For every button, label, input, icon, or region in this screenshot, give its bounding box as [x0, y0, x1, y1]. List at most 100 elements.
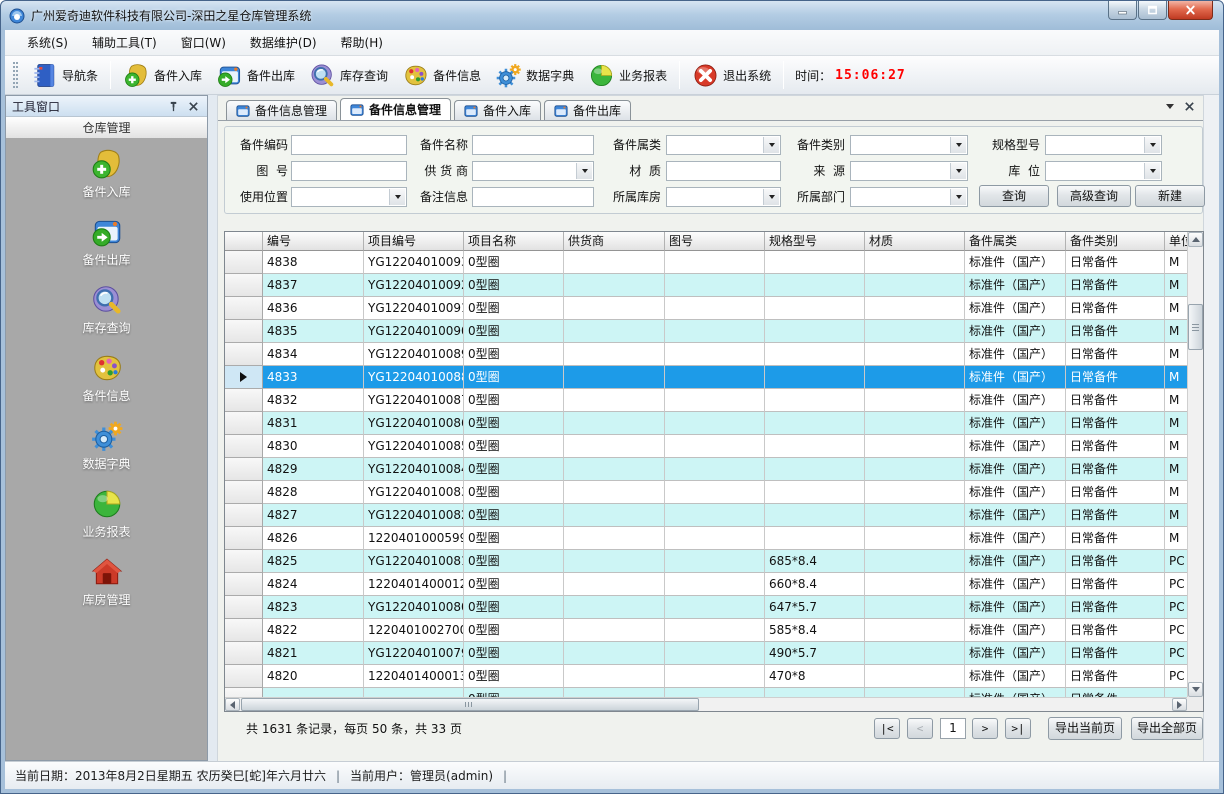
toolbar-button-stock-out[interactable]: 备件出库 — [209, 60, 302, 91]
advanced-search-button[interactable]: 高级查询 — [1057, 185, 1131, 207]
column-header[interactable]: 项目名称 — [464, 232, 564, 251]
row-selector-cell[interactable] — [225, 297, 263, 320]
table-row[interactable]: 4830YG122040100850型圈标准件（国产）日常备件M — [225, 435, 1187, 458]
row-selector-cell[interactable] — [225, 389, 263, 412]
column-header[interactable]: 规格型号 — [765, 232, 865, 251]
search-input[interactable] — [291, 135, 407, 155]
page-number-input[interactable]: 1 — [940, 718, 966, 739]
tab-close-icon[interactable] — [1184, 101, 1195, 112]
search-select[interactable] — [1045, 135, 1162, 155]
table-row[interactable]: 4833YG122040100880型圈标准件（国产）日常备件M — [225, 366, 1187, 389]
export-current-page-button[interactable]: 导出当前页 — [1048, 717, 1122, 740]
scroll-down-icon[interactable] — [1188, 682, 1203, 697]
row-selector-cell[interactable] — [225, 688, 263, 697]
search-select[interactable] — [850, 161, 968, 181]
row-selector-cell[interactable] — [225, 642, 263, 665]
table-row[interactable]: 482212204010027000型圈585*8.4标准件（国产）日常备件PC — [225, 619, 1187, 642]
table-row[interactable]: 4834YG122040100890型圈标准件（国产）日常备件M — [225, 343, 1187, 366]
table-row[interactable]: 482412204014000120型圈660*8.4标准件（国产）日常备件PC — [225, 573, 1187, 596]
vertical-scroll-thumb[interactable] — [1188, 304, 1203, 350]
tab-1[interactable]: 备件信息管理 — [340, 98, 451, 120]
row-selector-cell[interactable] — [225, 550, 263, 573]
tab-0[interactable]: 备件信息管理 — [226, 100, 337, 120]
search-input[interactable] — [472, 187, 594, 207]
table-row[interactable]: 4829YG122040100840型圈标准件（国产）日常备件M — [225, 458, 1187, 481]
row-selector-cell[interactable] — [225, 619, 263, 642]
table-row[interactable]: 0型圈标准件（国产）日常备件 — [225, 688, 1187, 697]
row-selector-cell[interactable] — [225, 573, 263, 596]
search-select[interactable] — [472, 161, 594, 181]
maximize-button[interactable] — [1138, 1, 1167, 20]
first-page-button[interactable]: |< — [874, 718, 900, 739]
minimize-button[interactable] — [1108, 1, 1137, 20]
row-selector-cell[interactable] — [225, 458, 263, 481]
search-select[interactable] — [666, 187, 781, 207]
column-header[interactable]: 单位 — [1165, 232, 1187, 251]
tab-3[interactable]: 备件出库 — [544, 100, 631, 120]
dropdown-button[interactable] — [1144, 137, 1160, 153]
row-selector-cell[interactable] — [225, 596, 263, 619]
column-header[interactable]: 供货商 — [564, 232, 665, 251]
dropdown-button[interactable] — [950, 189, 966, 205]
table-row[interactable]: 482612204010005990型圈标准件（国产）日常备件M — [225, 527, 1187, 550]
toolbar-button-gears[interactable]: 数据字典 — [488, 60, 581, 91]
toolbar-button-stock-in[interactable]: 备件入库 — [116, 60, 209, 91]
row-selector-cell[interactable] — [225, 504, 263, 527]
column-header[interactable]: 备件属类 — [965, 232, 1066, 251]
menu-item-0[interactable]: 系统(S) — [15, 30, 80, 55]
row-selector-cell[interactable] — [225, 366, 263, 389]
prev-page-button[interactable]: < — [907, 718, 933, 739]
dropdown-button[interactable] — [763, 189, 779, 205]
sidebar-item-inventory-search[interactable]: 库存查询 — [6, 280, 207, 348]
table-row[interactable]: 4837YG122040100920型圈标准件（国产）日常备件M — [225, 274, 1187, 297]
toolbar-button-exit[interactable]: 退出系统 — [685, 60, 778, 91]
row-selector-cell[interactable] — [225, 435, 263, 458]
dropdown-button[interactable] — [576, 163, 592, 179]
sidebar-item-stock-out[interactable]: 备件出库 — [6, 212, 207, 280]
search-input[interactable] — [291, 161, 407, 181]
search-select[interactable] — [850, 187, 968, 207]
menu-item-4[interactable]: 帮助(H) — [329, 30, 395, 55]
table-row[interactable]: 482012204014000130型圈470*8标准件（国产）日常备件PC — [225, 665, 1187, 688]
dropdown-button[interactable] — [763, 137, 779, 153]
table-row[interactable]: 4825YG122040100810型圈685*8.4标准件（国产）日常备件PC — [225, 550, 1187, 573]
dropdown-button[interactable] — [1144, 163, 1160, 179]
toolbar-button-pie-chart[interactable]: 业务报表 — [581, 60, 674, 91]
last-page-button[interactable]: >| — [1005, 718, 1031, 739]
column-header[interactable]: 编号 — [263, 232, 364, 251]
row-selector-cell[interactable] — [225, 527, 263, 550]
sidebar-item-gears[interactable]: 数据字典 — [6, 416, 207, 484]
close-button[interactable] — [1168, 1, 1213, 20]
menu-item-2[interactable]: 窗口(W) — [169, 30, 238, 55]
row-selector-cell[interactable] — [225, 665, 263, 688]
new-button[interactable]: 新建 — [1135, 185, 1205, 207]
column-header[interactable]: 材质 — [865, 232, 965, 251]
row-selector-cell[interactable] — [225, 343, 263, 366]
row-selector-cell[interactable] — [225, 251, 263, 274]
dropdown-button[interactable] — [950, 163, 966, 179]
table-row[interactable]: 4835YG122040100900型圈标准件（国产）日常备件M — [225, 320, 1187, 343]
toolbar-button-palette[interactable]: 备件信息 — [395, 60, 488, 91]
search-select[interactable] — [291, 187, 407, 207]
sidebar-item-palette[interactable]: 备件信息 — [6, 348, 207, 416]
search-input[interactable] — [666, 161, 781, 181]
search-select[interactable] — [1045, 161, 1162, 181]
horizontal-scrollbar[interactable] — [225, 697, 1187, 711]
dropdown-button[interactable] — [389, 189, 405, 205]
menu-item-1[interactable]: 辅助工具(T) — [80, 30, 169, 55]
table-row[interactable]: 4827YG122040100820型圈标准件（国产）日常备件M — [225, 504, 1187, 527]
dropdown-button[interactable] — [950, 137, 966, 153]
scroll-right-icon[interactable] — [1172, 698, 1187, 711]
tab-2[interactable]: 备件入库 — [454, 100, 541, 120]
row-selector-cell[interactable] — [225, 481, 263, 504]
sidebar-item-house[interactable]: 库房管理 — [6, 552, 207, 620]
table-row[interactable]: 4821YG122040100790型圈490*5.7标准件（国产）日常备件PC — [225, 642, 1187, 665]
table-row[interactable]: 4823YG122040100800型圈647*5.7标准件（国产）日常备件PC — [225, 596, 1187, 619]
search-button[interactable]: 查询 — [979, 185, 1049, 207]
column-header[interactable]: 项目编号 — [364, 232, 464, 251]
vertical-scrollbar[interactable] — [1187, 232, 1203, 697]
table-row[interactable]: 4836YG122040100910型圈标准件（国产）日常备件M — [225, 297, 1187, 320]
column-header[interactable]: 图号 — [665, 232, 765, 251]
sidebar-close-icon[interactable] — [186, 99, 201, 114]
scroll-up-icon[interactable] — [1188, 232, 1203, 247]
